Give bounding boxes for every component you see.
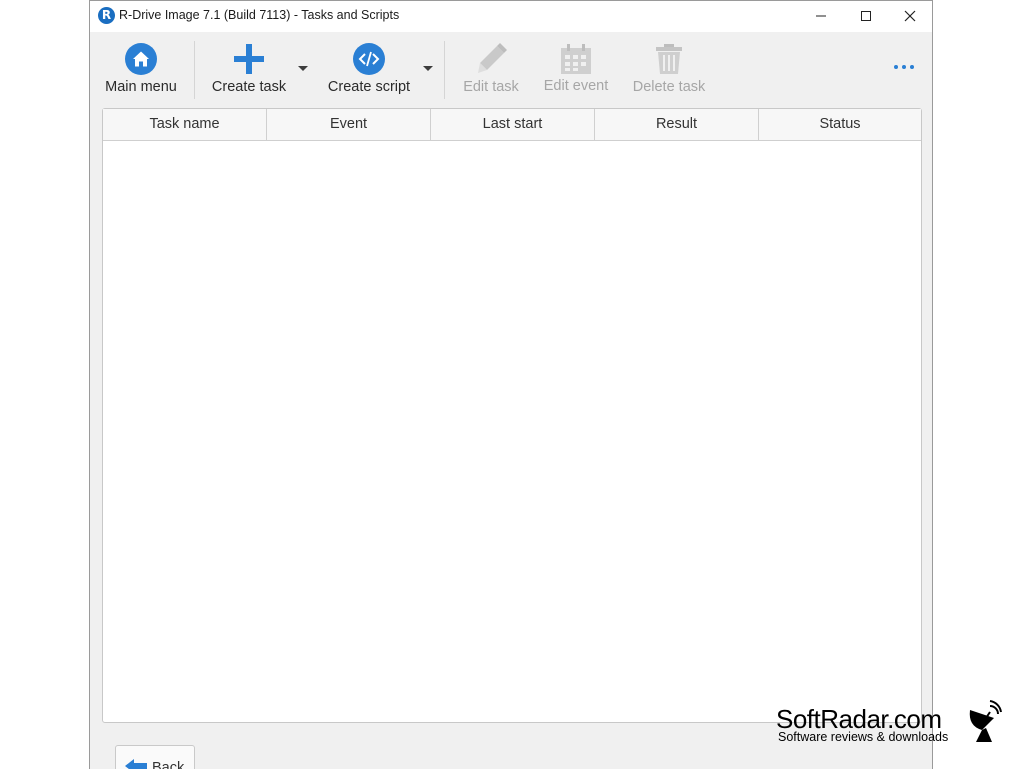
title-bar: R R-Drive Image 7.1 (Build 7113) - Tasks… [90,1,932,32]
create-script-label: Create script [327,79,411,95]
window-title: R-Drive Image 7.1 (Build 7113) - Tasks a… [119,8,400,22]
maximize-button[interactable] [843,1,889,32]
delete-task-label: Delete task [632,79,706,95]
maximize-icon [861,11,871,21]
edit-event-label: Edit event [543,78,609,94]
main-menu-button[interactable]: Main menu [98,32,184,102]
column-header-result[interactable]: Result [595,109,759,140]
back-arrow-icon [125,759,147,769]
pencil-icon [478,43,507,73]
satellite-dish-icon [969,700,1002,742]
minimize-button[interactable] [798,1,844,32]
back-label: Back [152,760,185,769]
trash-icon [656,44,682,74]
plus-icon [234,44,264,74]
edit-event-button[interactable]: Edit event [536,32,616,102]
tasks-table: Task name Event Last start Result Status [102,108,922,723]
code-icon [353,43,385,75]
watermark-tagline: Software reviews & downloads [778,730,949,744]
edit-task-label: Edit task [463,79,519,95]
watermark: SoftRadar.com Software reviews & downloa… [776,700,1016,760]
table-header: Task name Event Last start Result Status [103,109,921,141]
close-icon [904,10,916,22]
create-task-dropdown-icon[interactable] [298,66,308,71]
app-logo-icon: R [98,7,115,24]
more-options-icon[interactable] [894,65,916,71]
main-menu-label: Main menu [105,79,177,95]
create-task-label: Create task [211,79,287,95]
create-task-button[interactable]: Create task [204,32,294,102]
toolbar-separator [444,41,445,99]
create-script-button[interactable]: Create script [322,32,416,102]
close-button[interactable] [887,1,932,32]
column-header-event[interactable]: Event [267,109,431,140]
toolbar: Main menu Create task Create script Edit… [90,32,932,102]
back-button[interactable]: Back [115,745,195,769]
minimize-icon [816,15,826,17]
column-header-last-start[interactable]: Last start [431,109,595,140]
column-header-status[interactable]: Status [759,109,921,140]
delete-task-button[interactable]: Delete task [624,32,714,102]
calendar-icon [561,44,591,74]
column-header-task-name[interactable]: Task name [103,109,267,140]
home-icon [125,43,157,75]
edit-task-button[interactable]: Edit task [454,32,528,102]
app-window: R R-Drive Image 7.1 (Build 7113) - Tasks… [89,0,933,769]
create-script-dropdown-icon[interactable] [423,66,433,71]
toolbar-separator [194,41,195,99]
